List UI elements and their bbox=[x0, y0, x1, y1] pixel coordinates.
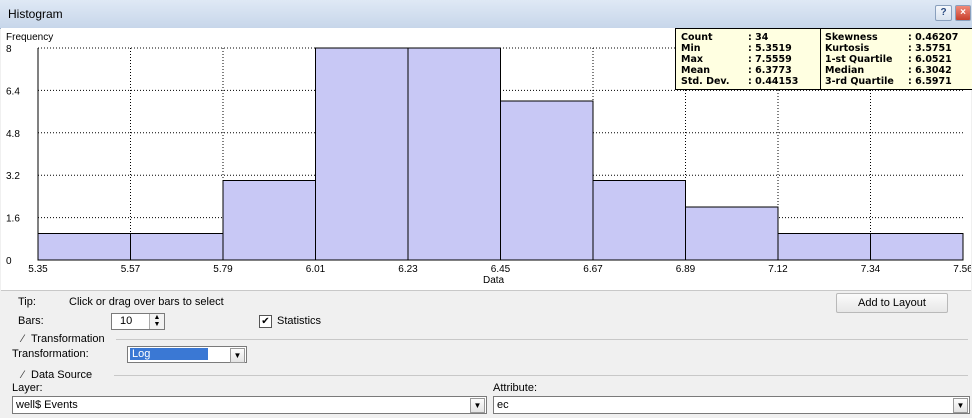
layer-label: Layer: bbox=[12, 382, 43, 394]
histogram-bar[interactable] bbox=[870, 233, 964, 261]
transformation-group-label: Transformation bbox=[31, 333, 105, 345]
statistics-panel: Count : 34 Min : 5.3519 Max : 7.5559 Mea… bbox=[675, 28, 972, 90]
x-tick-label: 6.23 bbox=[398, 264, 418, 275]
y-tick-label: 0 bbox=[6, 256, 12, 267]
attribute-select[interactable]: ec ▼ bbox=[493, 396, 970, 414]
y-tick-label: 6.4 bbox=[6, 86, 20, 97]
y-tick-label: 1.6 bbox=[6, 214, 20, 225]
group-divider bbox=[114, 375, 968, 376]
x-axis-label: Data bbox=[483, 275, 505, 286]
stat-value: : 6.3773 bbox=[748, 65, 792, 76]
histogram-bar[interactable] bbox=[500, 100, 594, 261]
x-tick-label: 6.01 bbox=[306, 264, 326, 275]
bars-spinner[interactable]: 10 ▲ ▼ bbox=[111, 313, 165, 330]
bars-label: Bars: bbox=[18, 315, 44, 327]
stat-label: Max bbox=[681, 54, 703, 65]
stat-label: Std. Dev. bbox=[681, 76, 730, 87]
attribute-value: ec bbox=[497, 399, 509, 411]
y-axis-label: Frequency bbox=[6, 32, 53, 43]
stats-divider bbox=[820, 29, 821, 89]
data-source-group-label: Data Source bbox=[31, 369, 93, 381]
stat-label: Mean bbox=[681, 65, 711, 76]
group-divider bbox=[116, 339, 968, 340]
stat-label: 1-st Quartile bbox=[825, 54, 893, 65]
stat-label: Median bbox=[825, 65, 865, 76]
stat-value: : 0.46207 bbox=[908, 32, 959, 43]
stat-label: Kurtosis bbox=[825, 43, 870, 54]
stat-label: Skewness bbox=[825, 32, 878, 43]
histogram-bar[interactable] bbox=[315, 47, 409, 261]
stat-value: : 6.3042 bbox=[908, 65, 952, 76]
stat-value: : 6.0521 bbox=[908, 54, 952, 65]
y-tick-label: 3.2 bbox=[6, 171, 20, 182]
data-source-group-chevron-icon[interactable]: ⁄ bbox=[22, 369, 24, 381]
histogram-bar[interactable] bbox=[777, 233, 871, 261]
stat-label: Count bbox=[681, 32, 713, 43]
histogram-bar[interactable] bbox=[37, 233, 131, 261]
histogram-bar[interactable] bbox=[130, 233, 224, 261]
x-tick-label: 7.34 bbox=[861, 264, 881, 275]
add-to-layout-button[interactable]: Add to Layout bbox=[836, 293, 948, 313]
x-tick-label: 7.56 bbox=[953, 264, 971, 275]
transformation-value: Log bbox=[130, 348, 208, 360]
x-tick-label: 5.35 bbox=[28, 264, 48, 275]
stat-label: Min bbox=[681, 43, 701, 54]
y-tick-label: 4.8 bbox=[6, 129, 20, 140]
close-button[interactable]: × bbox=[955, 5, 971, 21]
statistics-checkbox[interactable]: ✔ bbox=[259, 315, 272, 328]
x-tick-label: 6.89 bbox=[676, 264, 696, 275]
x-tick-label: 6.67 bbox=[583, 264, 603, 275]
x-tick-label: 5.79 bbox=[213, 264, 233, 275]
layer-select[interactable]: well$ Events ▼ bbox=[12, 396, 487, 414]
layer-value: well$ Events bbox=[16, 399, 78, 411]
statistics-label: Statistics bbox=[277, 315, 322, 327]
title-bar: Histogram ? × bbox=[0, 0, 972, 29]
spinner-arrows-icon[interactable]: ▲ ▼ bbox=[149, 314, 164, 329]
tip-label: Tip: bbox=[18, 296, 36, 308]
histogram-chart[interactable]: 5.35 5.57 5.79 6.01 6.23 6.45 6.67 6.89 7.12 7.34… bbox=[1, 28, 972, 291]
stat-value: : 34 bbox=[748, 32, 769, 43]
histogram-bar[interactable] bbox=[592, 180, 686, 261]
transformation-label: Transformation: bbox=[12, 348, 89, 360]
dropdown-arrow-icon[interactable]: ▼ bbox=[953, 398, 968, 413]
help-button[interactable]: ? bbox=[935, 5, 952, 21]
stat-value: : 3.5751 bbox=[908, 43, 952, 54]
tip-text: Click or drag over bars to select bbox=[69, 296, 224, 308]
stat-value: : 0.44153 bbox=[748, 76, 799, 87]
histogram-bar[interactable] bbox=[685, 206, 779, 261]
stat-value: : 7.5559 bbox=[748, 54, 792, 65]
histogram-bar[interactable] bbox=[222, 180, 316, 261]
window-title: Histogram bbox=[8, 7, 63, 21]
stat-value: : 6.5971 bbox=[908, 76, 952, 87]
x-tick-label: 5.57 bbox=[121, 264, 141, 275]
dropdown-arrow-icon[interactable]: ▼ bbox=[470, 398, 485, 413]
bars-value: 10 bbox=[120, 315, 133, 327]
stat-value: : 5.3519 bbox=[748, 43, 792, 54]
dropdown-arrow-icon[interactable]: ▼ bbox=[230, 348, 245, 363]
stat-label: 3-rd Quartile bbox=[825, 76, 894, 87]
histogram-bar[interactable] bbox=[407, 47, 501, 261]
attribute-label: Attribute: bbox=[493, 382, 538, 394]
x-tick-label: 7.12 bbox=[768, 264, 788, 275]
transformation-select[interactable]: Log ▼ bbox=[127, 346, 247, 363]
x-tick-label: 6.45 bbox=[491, 264, 511, 275]
transformation-group-chevron-icon[interactable]: ⁄ bbox=[22, 333, 24, 345]
y-tick-label: 8 bbox=[6, 44, 12, 55]
